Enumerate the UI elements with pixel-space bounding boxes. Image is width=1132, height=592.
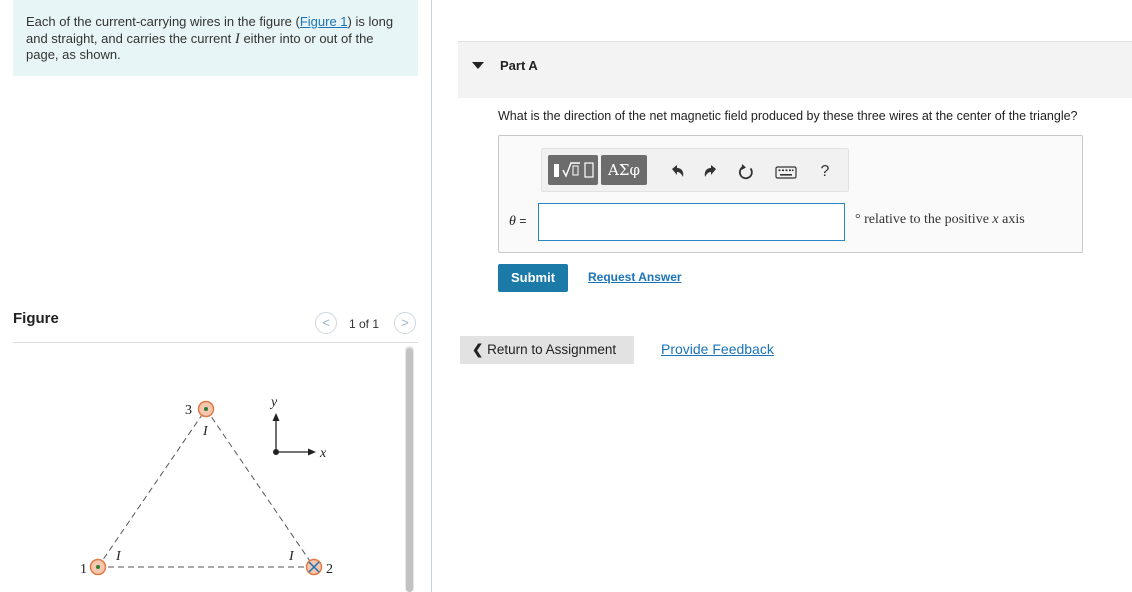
wire-triangle-diagram: 1 2 3 I I I x y (80, 395, 333, 577)
problem-intro: Each of the current-carrying wires in th… (13, 0, 418, 76)
left-panel: Each of the current-carrying wires in th… (0, 0, 432, 592)
symbols-button[interactable]: ΑΣφ (601, 155, 647, 185)
wire-2-into-page (305, 558, 323, 576)
provide-feedback-link[interactable]: Provide Feedback (661, 341, 774, 357)
degree-symbol: ° (855, 212, 861, 227)
prev-figure-button[interactable]: < (315, 312, 337, 334)
request-answer-link[interactable]: Request Answer (588, 270, 682, 284)
figure-pager-text: 1 of 1 (349, 317, 380, 331)
templates-button[interactable] (548, 155, 598, 185)
units-end-text: axis (1002, 212, 1025, 227)
theta-label: θ = (509, 214, 526, 230)
templates-icon (554, 162, 594, 178)
figure-link[interactable]: Figure 1 (300, 14, 348, 29)
intro-text: Each of the current-carrying wires in th… (26, 14, 300, 29)
y-axis-label: y (269, 395, 278, 410)
collapse-triangle-icon[interactable] (472, 62, 484, 69)
submit-button[interactable]: Submit (498, 264, 568, 292)
current-label-wire-1: I (115, 549, 122, 564)
part-a-label: Part A (500, 58, 538, 73)
question-text: What is the direction of the net magneti… (498, 109, 1078, 123)
undo-icon[interactable] (666, 161, 688, 183)
chevron-left-icon: ❮ (472, 342, 484, 357)
angle-answer-input[interactable] (538, 203, 845, 241)
scrollbar-thumb[interactable] (406, 348, 413, 592)
return-label: Return to Assignment (487, 342, 617, 357)
right-panel: Part A What is the direction of the net … (432, 0, 1132, 592)
figure-header: Figure < 1 of 1 > (13, 308, 418, 343)
wire-2-label: 2 (326, 562, 333, 577)
current-label-wire-2: I (288, 549, 295, 564)
figure-title: Figure (13, 310, 59, 327)
coordinate-axes: x y (269, 395, 327, 461)
theta-symbol: θ (509, 214, 516, 229)
math-toolbar: ΑΣφ ? (541, 148, 849, 192)
units-axis-symbol: x (992, 212, 999, 227)
units-text: relative to the positive (864, 212, 989, 227)
wire-1-label: 1 (80, 562, 87, 577)
reset-icon[interactable] (735, 161, 757, 183)
units-label: ° relative to the positive x axis (855, 212, 1025, 228)
wire-3-label: 3 (185, 403, 192, 418)
part-a-header[interactable]: Part A (458, 41, 1132, 98)
keyboard-icon[interactable] (775, 161, 797, 183)
next-figure-button[interactable]: > (394, 312, 416, 334)
wire-1-out-of-page (89, 558, 107, 576)
answer-box: ΑΣφ ? θ = ° relative to the positive x a… (498, 135, 1083, 253)
return-to-assignment-button[interactable]: ❮ Return to Assignment (460, 336, 634, 364)
help-icon[interactable]: ? (814, 161, 836, 183)
figure-scrollbar[interactable] (405, 346, 414, 592)
redo-icon[interactable] (700, 161, 722, 183)
x-axis-label: x (319, 446, 327, 461)
equals-sign: = (519, 214, 527, 228)
current-label-wire-3: I (202, 424, 209, 439)
wire-3-out-of-page (197, 400, 215, 418)
